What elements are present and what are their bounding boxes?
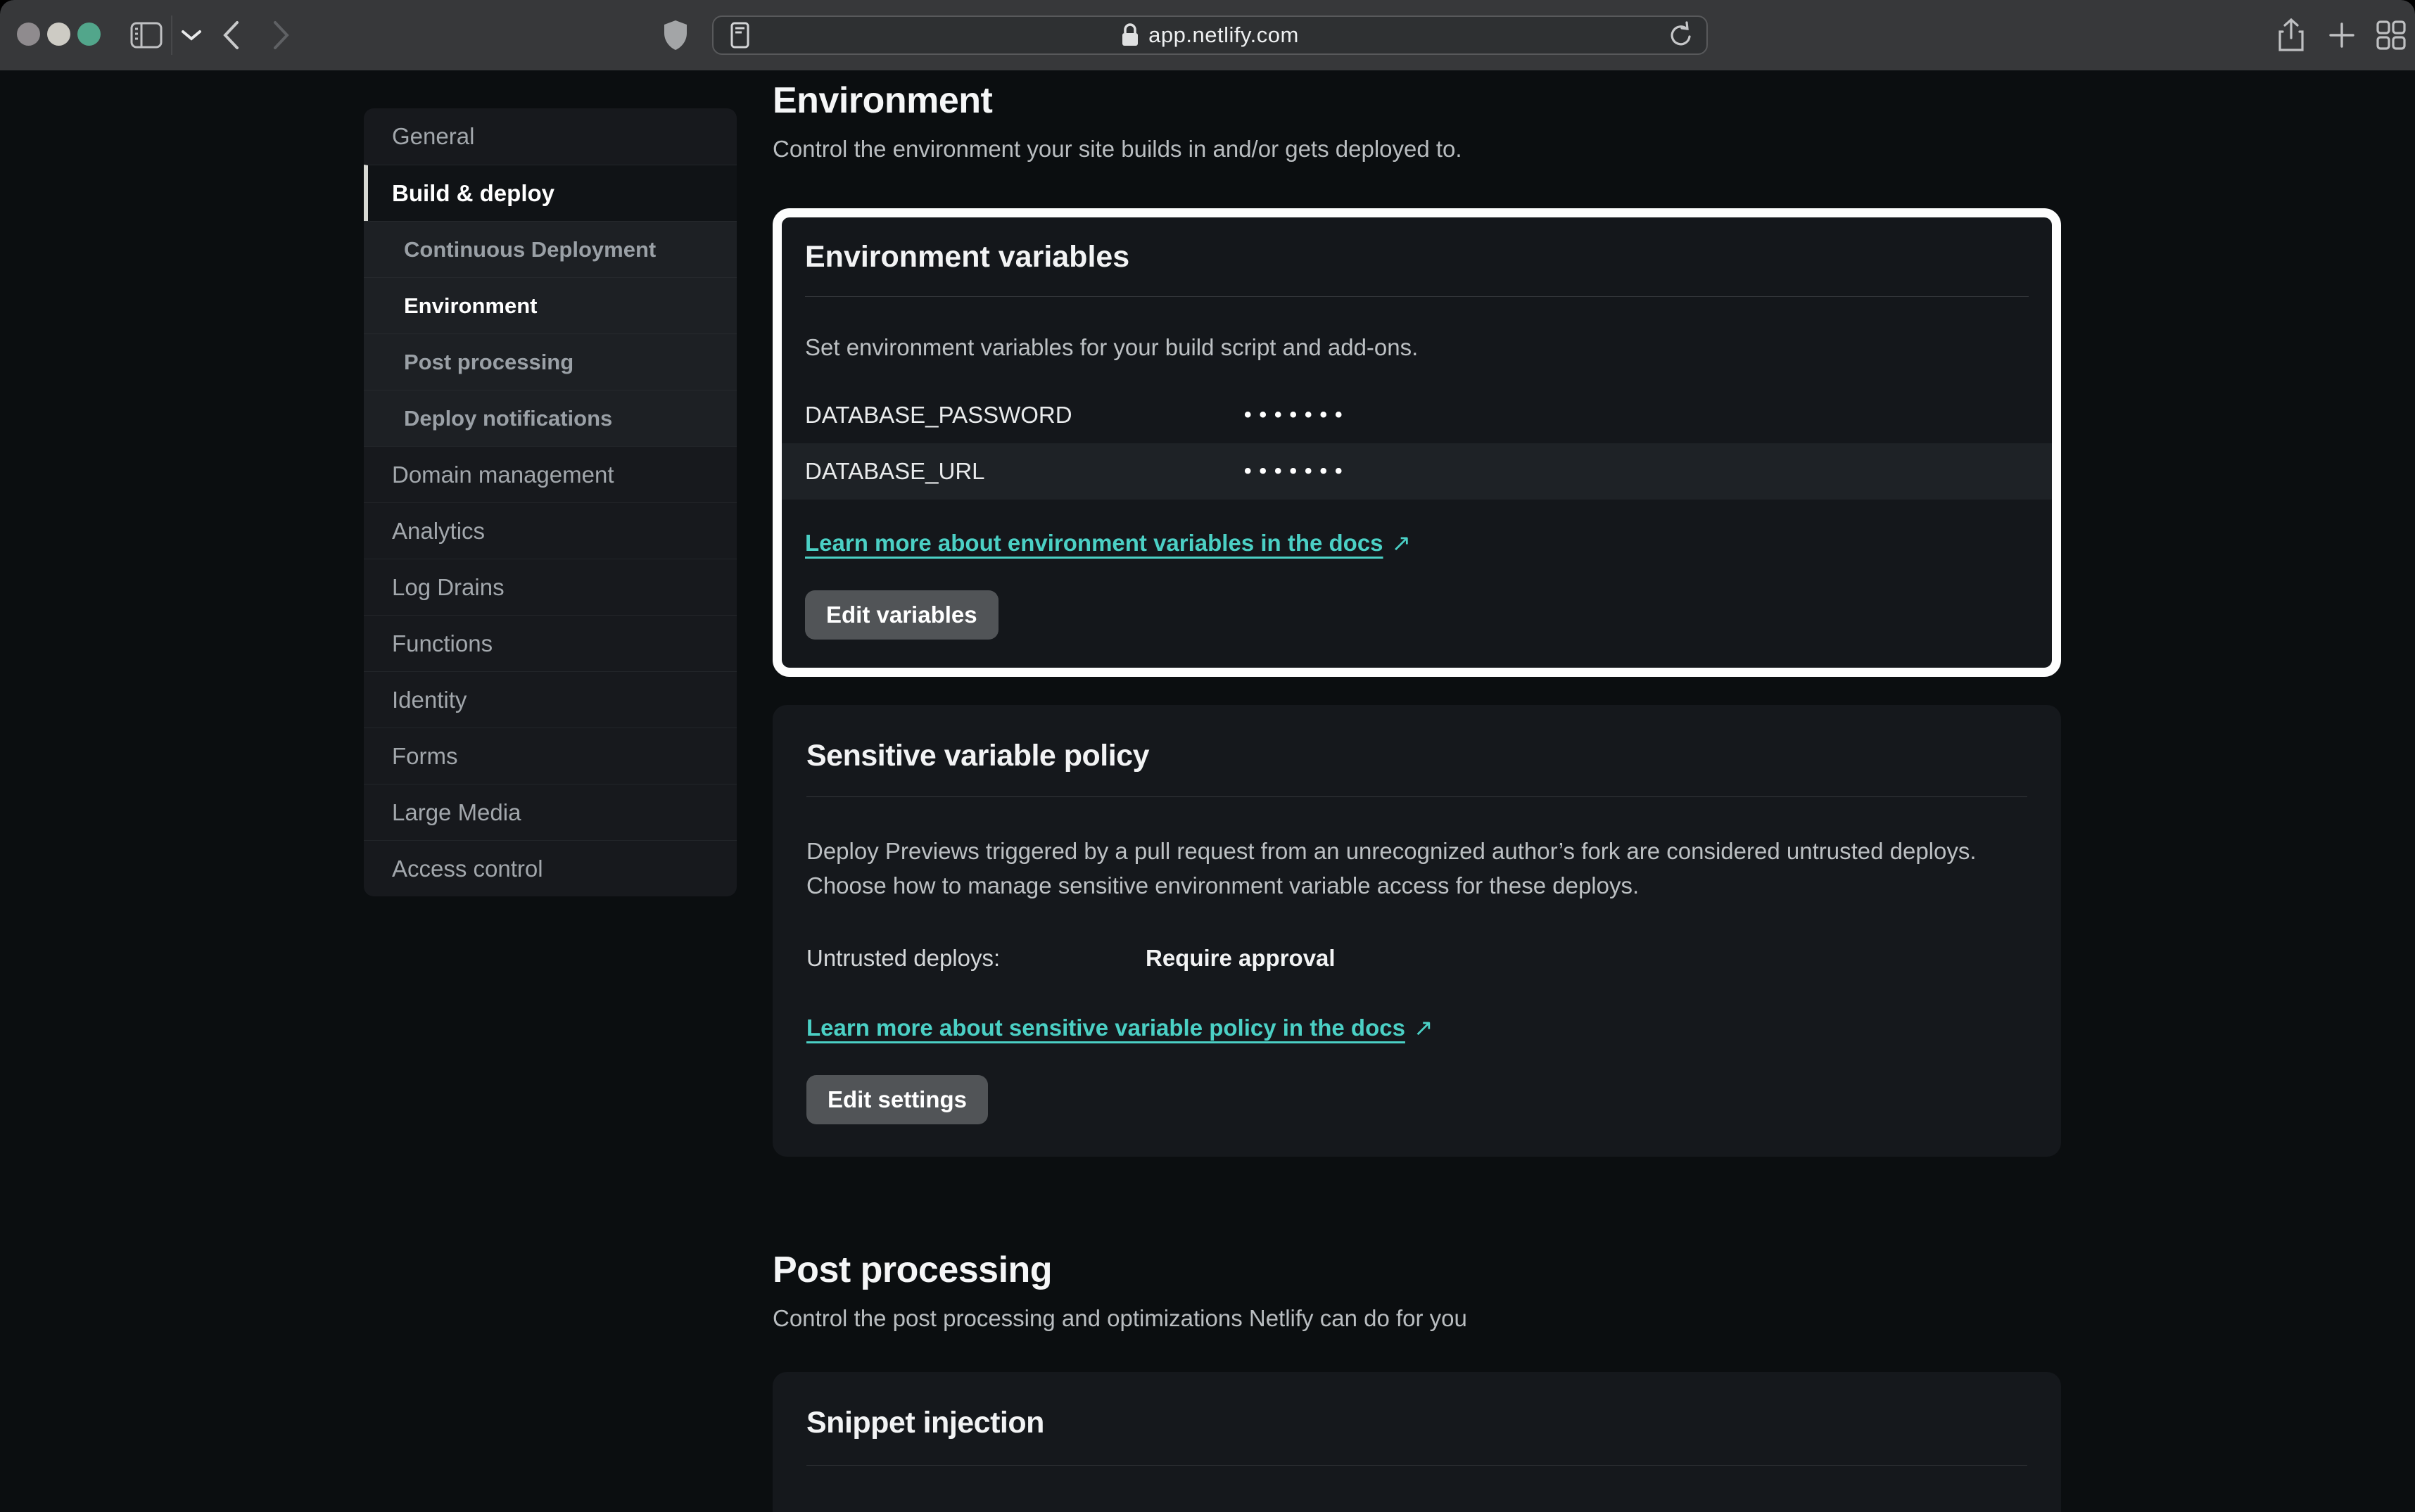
- url-text: app.netlify.com: [1148, 23, 1299, 48]
- share-icon[interactable]: [2273, 0, 2309, 70]
- environment-variables-title: Environment variables: [805, 237, 2029, 277]
- sidebar-item-large-media[interactable]: Large Media: [364, 784, 737, 840]
- card-divider: [806, 796, 2027, 797]
- untrusted-deploys-label: Untrusted deploys:: [806, 945, 1146, 972]
- environment-variables-list: DATABASE_PASSWORD ••••••• DATABASE_URL •…: [782, 387, 2052, 500]
- variable-row: DATABASE_URL •••••••: [782, 443, 2052, 500]
- variable-masked-value: •••••••: [1244, 459, 1350, 483]
- post-processing-title: Post processing: [773, 1248, 2061, 1292]
- reload-icon[interactable]: [1668, 21, 1694, 49]
- variable-masked-value: •••••••: [1244, 403, 1350, 427]
- environment-variables-card: Environment variables Set environment va…: [773, 208, 2061, 677]
- window-close-button[interactable]: [17, 23, 40, 46]
- sidebar-item-environment[interactable]: Environment: [364, 277, 737, 333]
- sidebar-item-post-processing[interactable]: Post processing: [364, 333, 737, 390]
- environment-section-subtitle: Control the environment your site builds…: [773, 134, 2061, 165]
- forward-button[interactable]: [266, 0, 297, 70]
- external-link-arrow-icon: ↗: [1414, 1014, 1433, 1041]
- card-divider: [805, 296, 2029, 297]
- variable-name: DATABASE_PASSWORD: [805, 402, 1244, 428]
- tab-overview-icon[interactable]: [2373, 0, 2409, 70]
- chevron-down-icon[interactable]: [177, 0, 205, 70]
- window-zoom-button[interactable]: [77, 23, 101, 46]
- variable-name: DATABASE_URL: [805, 458, 1244, 485]
- sidebar-item-deploy-notifications[interactable]: Deploy notifications: [364, 390, 737, 446]
- untrusted-deploys-value: Require approval: [1146, 945, 1336, 972]
- untrusted-deploys-row: Untrusted deploys: Require approval: [806, 945, 2027, 972]
- window-minimize-button[interactable]: [47, 23, 70, 46]
- settings-content: Environment Control the environment your…: [773, 79, 2061, 1512]
- sidebar-item-access-control[interactable]: Access control: [364, 840, 737, 896]
- back-button[interactable]: [215, 0, 246, 70]
- sidebar-item-identity[interactable]: Identity: [364, 671, 737, 728]
- environment-variables-description: Set environment variables for your build…: [805, 333, 2029, 362]
- sensitive-variable-policy-card: Sensitive variable policy Deploy Preview…: [773, 705, 2061, 1157]
- privacy-shield-icon[interactable]: [659, 0, 692, 70]
- snippet-injection-card: Snippet injection Inject analytics or ot…: [773, 1372, 2061, 1512]
- snippet-injection-description: Inject analytics or other scripts into t…: [806, 1505, 2003, 1512]
- sidebar-item-analytics[interactable]: Analytics: [364, 502, 737, 559]
- new-tab-icon[interactable]: [2324, 0, 2360, 70]
- sensitive-policy-description: Deploy Previews triggered by a pull requ…: [806, 834, 2003, 903]
- sidebar-toggle-icon[interactable]: [129, 0, 163, 70]
- browser-toolbar: app.netlify.com: [0, 0, 2415, 70]
- post-processing-subtitle: Control the post processing and optimiza…: [773, 1303, 2061, 1334]
- edit-variables-button[interactable]: Edit variables: [805, 590, 999, 640]
- settings-sidebar: General Build & deploy Continuous Deploy…: [364, 108, 737, 896]
- sidebar-item-log-drains[interactable]: Log Drains: [364, 559, 737, 615]
- reader-view-icon[interactable]: [730, 22, 749, 49]
- environment-section-title: Environment: [773, 79, 2061, 122]
- sidebar-item-continuous-deployment[interactable]: Continuous Deployment: [364, 221, 737, 277]
- sensitive-policy-title: Sensitive variable policy: [806, 736, 2027, 775]
- sidebar-item-domain-management[interactable]: Domain management: [364, 446, 737, 502]
- sidebar-item-build-and-deploy[interactable]: Build & deploy: [364, 165, 737, 221]
- variable-row: DATABASE_PASSWORD •••••••: [782, 387, 2052, 443]
- edit-settings-button[interactable]: Edit settings: [806, 1075, 988, 1124]
- post-processing-section: Post processing Control the post process…: [773, 1248, 2061, 1512]
- sidebar-item-forms[interactable]: Forms: [364, 728, 737, 784]
- sidebar-item-functions[interactable]: Functions: [364, 615, 737, 671]
- sensitive-policy-docs-link[interactable]: Learn more about sensitive variable poli…: [806, 1015, 1405, 1041]
- snippet-injection-title: Snippet injection: [806, 1403, 2027, 1442]
- browser-window: app.netlify.com: [0, 0, 2415, 1512]
- address-bar[interactable]: app.netlify.com: [712, 15, 1708, 55]
- external-link-arrow-icon: ↗: [1392, 529, 1412, 557]
- toolbar-separator: [171, 15, 172, 55]
- card-divider: [806, 1465, 2027, 1466]
- lock-icon: [1121, 23, 1139, 47]
- environment-variables-docs-link[interactable]: Learn more about environment variables i…: [805, 530, 1383, 556]
- sidebar-item-general[interactable]: General: [364, 108, 737, 165]
